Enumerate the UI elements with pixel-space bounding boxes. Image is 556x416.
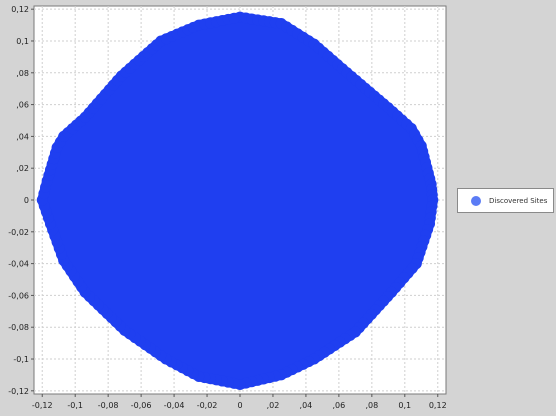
x-tick-label: 0,12 <box>429 401 447 410</box>
y-tick-label: -0,04 <box>8 260 29 269</box>
legend: Discovered Sites <box>457 188 554 213</box>
y-tick-label: ,08 <box>16 69 29 78</box>
y-tick-label: -0,12 <box>8 387 29 396</box>
y-tick-label: -0,08 <box>8 323 29 332</box>
x-tick-label: ,04 <box>300 401 313 410</box>
y-tick-label: ,06 <box>16 101 29 110</box>
x-tick-label: ,02 <box>267 401 280 410</box>
x-tick-label: ,06 <box>333 401 346 410</box>
y-tick-label: ,02 <box>16 164 29 173</box>
x-tick-label: -0,08 <box>98 401 119 410</box>
x-tick-label: -0,1 <box>67 401 83 410</box>
y-tick-label: -0,06 <box>8 291 29 300</box>
x-tick-label: 0,1 <box>398 401 411 410</box>
y-tick-label: 0 <box>24 196 29 205</box>
x-tick-label: -0,02 <box>197 401 218 410</box>
chart-container: -0,12 -0,1 -0,08 -0,06 -0,04 -0,02 0 ,02 ,04 ,06,… <box>0 0 556 416</box>
x-tick-label: -0,04 <box>164 401 185 410</box>
y-tick-label: ,04 <box>16 132 29 141</box>
data-point <box>228 12 240 24</box>
y-tick-label: -0,02 <box>8 228 29 237</box>
x-tick-label: 0 <box>237 401 242 410</box>
y-tick-label: 0,12 <box>11 5 29 14</box>
legend-marker-discovered-sites <box>471 195 481 206</box>
legend-label-discovered-sites: Discovered Sites <box>489 196 548 205</box>
y-tick-label: 0,1 <box>16 37 29 46</box>
x-tick-label: ,08 <box>365 401 378 410</box>
x-tick-label: -0,12 <box>32 401 53 410</box>
x-tick-label: -0,06 <box>131 401 152 410</box>
y-tick-label: -0,1 <box>13 355 29 364</box>
